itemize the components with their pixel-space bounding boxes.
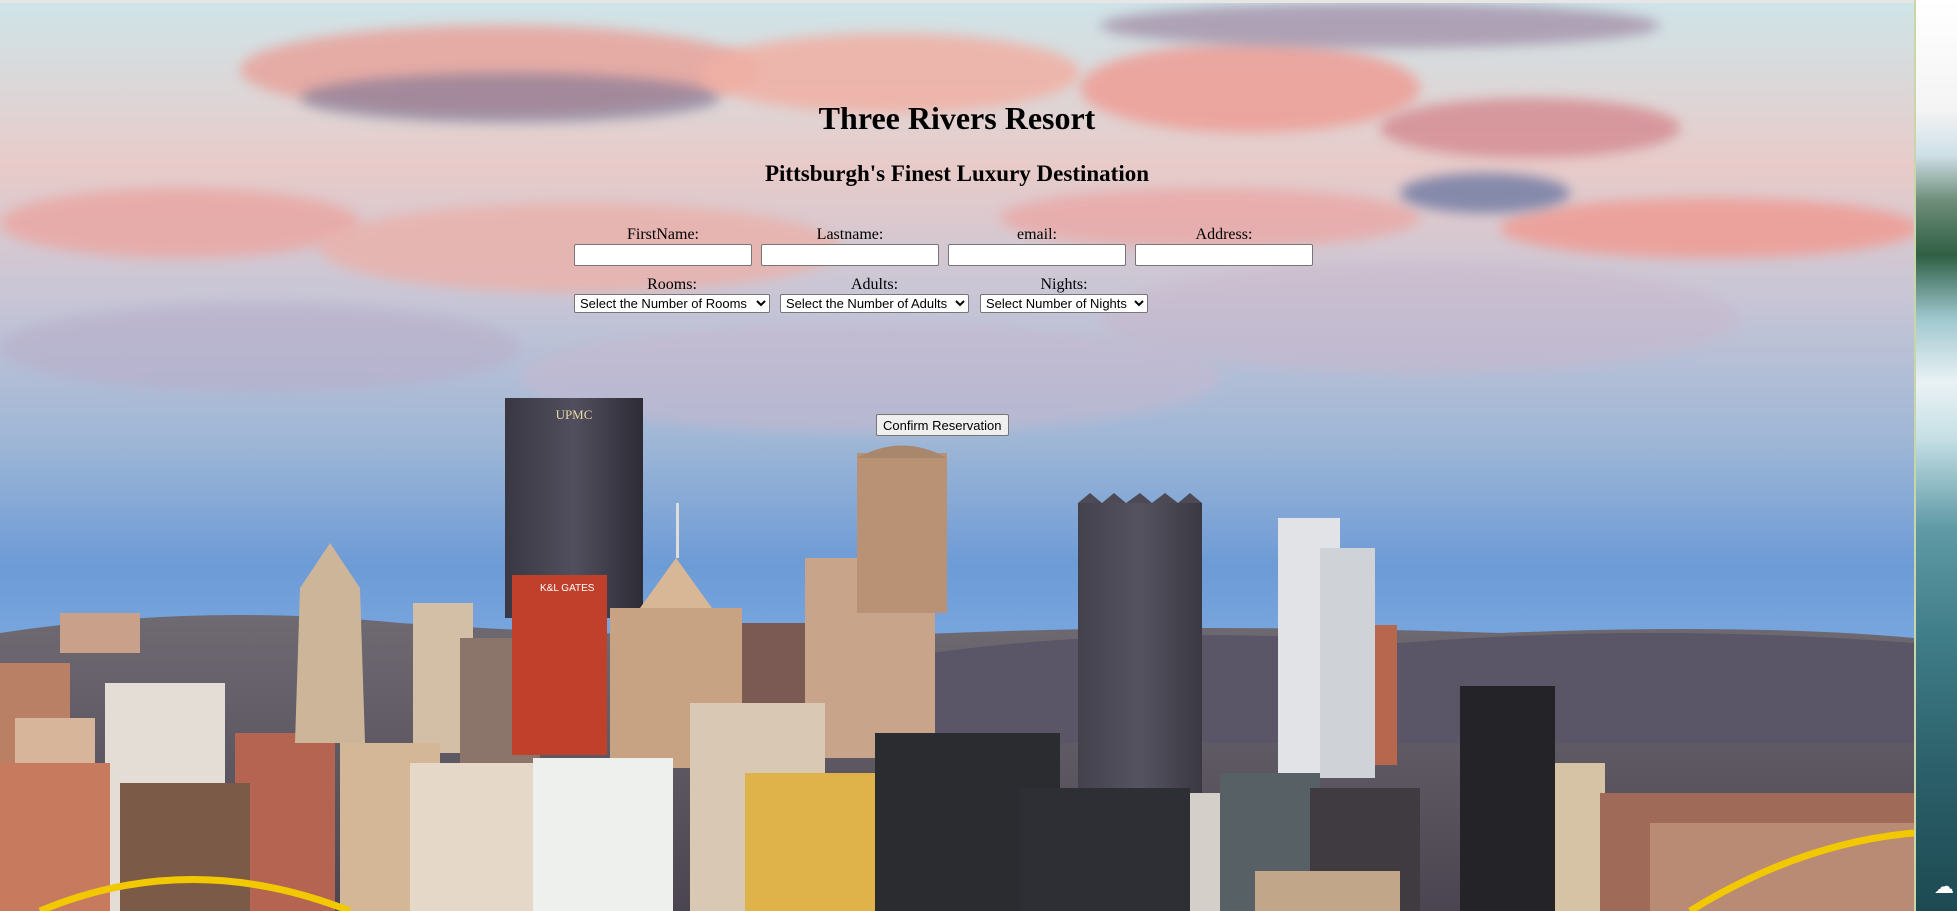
lastname-label: Lastname: bbox=[816, 226, 884, 243]
adults-field-group: Adults: Select the Number of Adults bbox=[780, 276, 969, 313]
nights-select[interactable]: Select Number of Nights bbox=[980, 294, 1148, 313]
page-title: Three Rivers Resort bbox=[818, 100, 1096, 136]
address-label: Address: bbox=[1195, 226, 1253, 243]
address-input[interactable] bbox=[1135, 244, 1313, 266]
email-input[interactable] bbox=[948, 244, 1126, 266]
svg-text:UPMC: UPMC bbox=[556, 407, 593, 422]
firstname-input[interactable] bbox=[574, 244, 752, 266]
address-field-group: Address: bbox=[1135, 226, 1313, 266]
adults-label: Adults: bbox=[850, 276, 899, 293]
email-label: email: bbox=[1017, 226, 1057, 243]
firstname-label: FirstName: bbox=[627, 226, 699, 243]
firstname-field-group: FirstName: bbox=[574, 226, 752, 266]
page-background: UPMC K&L GATES bbox=[0, 3, 1914, 911]
nights-field-group: Nights: Select Number of Nights bbox=[980, 276, 1148, 313]
svg-text:K&L GATES: K&L GATES bbox=[540, 583, 595, 594]
nights-label: Nights: bbox=[1040, 276, 1088, 293]
rooms-field-group: Rooms: Select the Number of Rooms bbox=[574, 276, 770, 313]
adjacent-window-edge bbox=[1914, 0, 1957, 911]
lastname-field-group: Lastname: bbox=[761, 226, 939, 266]
lastname-input[interactable] bbox=[761, 244, 939, 266]
page-subtitle: Pittsburgh's Finest Luxury Destination bbox=[764, 161, 1149, 186]
adults-select[interactable]: Select the Number of Adults bbox=[780, 294, 969, 313]
email-field-group: email: bbox=[948, 226, 1126, 266]
confirm-reservation-button[interactable]: Confirm Reservation bbox=[876, 414, 1009, 436]
pittsburgh-skyline-image: UPMC K&L GATES bbox=[0, 398, 1914, 911]
rooms-label: Rooms: bbox=[647, 276, 697, 293]
onedrive-cloud-icon[interactable]: ☁ bbox=[1934, 874, 1954, 898]
rooms-select[interactable]: Select the Number of Rooms bbox=[574, 294, 770, 313]
